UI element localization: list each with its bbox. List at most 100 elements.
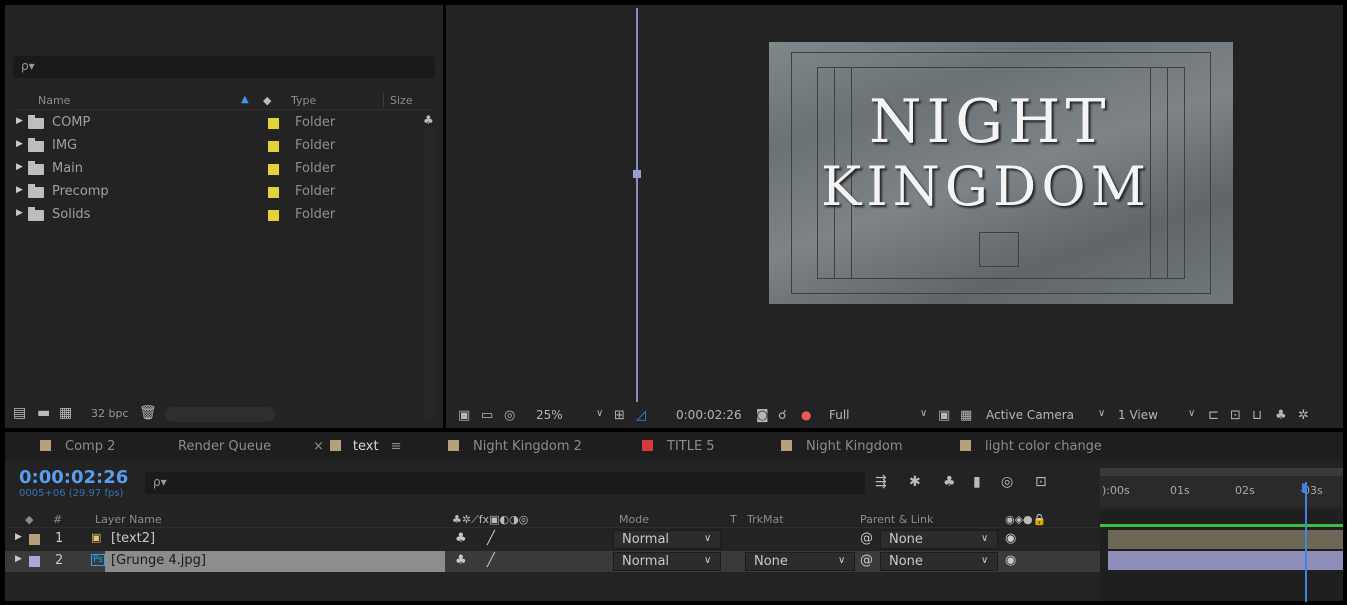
visibility-eye-icon[interactable]: ◉ [1005,531,1016,546]
color-channels-icon[interactable]: ● [801,408,811,422]
tab-comp-2[interactable]: Comp 2 [40,439,115,454]
trkmat-select[interactable]: None ∨ [745,552,855,571]
region-of-interest-icon[interactable]: ▣ [938,408,950,423]
layer-duration-bar[interactable] [1108,530,1343,549]
menu-icon[interactable]: ≡ [391,439,402,454]
timeline-icon[interactable]: ⊔ [1252,408,1262,423]
pickwhip-icon[interactable]: @ [860,531,873,546]
chevron-down-icon[interactable]: ∨ [1098,408,1105,419]
shy-switch-icon[interactable]: ♣ [455,531,467,546]
column-layer-name[interactable]: Layer Name [95,513,162,526]
expand-arrow-icon[interactable]: ▶ [15,532,22,542]
toggle-mask-icon[interactable]: ◿ [636,408,646,423]
project-scrollbar[interactable] [423,128,435,420]
expand-arrow-icon[interactable]: ▶ [15,554,22,564]
safe-margins-icon[interactable]: ⊞ [614,408,625,423]
graph-editor-icon[interactable]: ◎ [1001,474,1013,490]
label-swatch[interactable] [268,210,279,221]
mode-select[interactable]: Normal ∨ [613,530,721,549]
project-item[interactable]: ▶ Solids Folder [13,204,431,226]
layer-name[interactable]: [Grunge 4.jpg] [111,553,206,568]
camera-select[interactable]: Active Camera [986,408,1074,422]
fast-preview-icon[interactable]: ⊡ [1230,408,1241,423]
trash-icon[interactable]: 🗑 [139,405,157,421]
current-time-indicator[interactable] [1305,482,1307,602]
shy-switch-icon[interactable]: ♣ [455,553,467,568]
project-bpc[interactable]: 32 bpc [91,407,129,420]
pixel-aspect-icon[interactable]: ⊏ [1208,408,1219,423]
label-tag-icon[interactable]: ◆ [263,94,271,107]
column-size[interactable]: Size [390,94,413,107]
tab-light-color-change[interactable]: light color change [960,439,1102,454]
thumbnail-slider[interactable] [165,407,275,422]
item-type: Folder [295,184,336,199]
anchor-handle[interactable] [633,170,641,178]
tab-title-5[interactable]: TITLE 5 [642,439,715,454]
parent-select[interactable]: None ∨ [880,552,998,571]
mask-visibility-icon[interactable]: ◎ [504,408,515,423]
project-item[interactable]: ▶ COMP Folder [13,112,431,134]
show-snapshot-icon[interactable]: ☌ [778,408,787,423]
resolution-select[interactable]: Full [829,408,850,422]
expand-arrow-icon[interactable]: ▶ [16,139,23,149]
project-item[interactable]: ▶ IMG Folder [13,135,431,157]
frame-blending-icon[interactable]: ♣ [943,474,956,490]
label-swatch[interactable] [268,164,279,175]
expand-arrow-icon[interactable]: ▶ [16,185,23,195]
project-search-input[interactable]: ρ▾ [13,56,435,78]
monitor-icon[interactable]: ▭ [481,408,493,423]
layer-row[interactable]: ▶ 1 ▣ [text2] ♣ ╱ Normal ∨ @ None ∨ ◉ [5,529,1100,550]
playhead-icon[interactable]: ⬇ [1298,482,1309,497]
close-icon[interactable]: × [313,439,324,454]
flowchart-icon[interactable]: ♣ [1275,408,1287,423]
viewer-timecode[interactable]: 0:00:02:26 [676,408,742,422]
zoom-select[interactable]: 25% [536,408,563,422]
new-folder-icon[interactable]: ▬ [37,405,50,421]
layer-search-input[interactable]: ρ▾ [145,472,865,494]
expand-arrow-icon[interactable]: ▶ [16,208,23,218]
shy-layers-icon[interactable]: ✱ [909,474,921,490]
snapshot-camera-icon[interactable]: ◙ [756,408,769,423]
expand-arrow-icon[interactable]: ▶ [16,116,23,126]
layer-duration-bar[interactable] [1108,551,1343,570]
chevron-down-icon[interactable]: ∨ [920,408,927,419]
label-swatch[interactable] [268,141,279,152]
project-item[interactable]: ▶ Precomp Folder [13,181,431,203]
label-swatch[interactable] [268,187,279,198]
tab-render-queue[interactable]: Render Queue [178,439,271,454]
chevron-down-icon[interactable]: ∨ [1188,408,1195,419]
tab-text[interactable]: × text ≡ [313,439,401,454]
always-preview-icon[interactable]: ▣ [458,408,470,423]
label-swatch[interactable] [29,534,40,545]
tab-night-kingdom[interactable]: Night Kingdom [781,439,903,454]
tab-night-kingdom-2[interactable]: Night Kingdom 2 [448,439,582,454]
quality-switch-icon[interactable]: ╱ [487,553,495,568]
column-name[interactable]: Name [38,94,70,107]
view-layout-select[interactable]: 1 View [1118,408,1158,422]
interpret-footage-icon[interactable]: ▤ [13,405,26,421]
folder-icon [28,138,44,152]
reset-exposure-icon[interactable]: ✲ [1298,408,1309,423]
comp-mini-flowchart-icon[interactable]: ⊡ [1035,474,1047,490]
layer-row[interactable]: ▶ 2 Ps [Grunge 4.jpg] ♣ ╱ Normal ∨ None ∨ … [5,551,1100,572]
motion-blur-icon[interactable]: ▮ [973,474,981,490]
sort-ascending-icon[interactable]: ▲ [241,94,249,105]
new-composition-icon[interactable]: ▦ [59,405,72,421]
chevron-down-icon[interactable]: ∨ [596,408,603,419]
label-tag-icon[interactable]: ◆ [25,513,33,526]
pickwhip-icon[interactable]: @ [860,553,873,568]
expand-arrow-icon[interactable]: ▶ [16,162,23,172]
label-swatch[interactable] [29,556,40,567]
mode-select[interactable]: Normal ∨ [613,552,721,571]
flowchart-icon[interactable]: ♣ [423,113,434,127]
project-item[interactable]: ▶ Main Folder [13,158,431,180]
quality-switch-icon[interactable]: ╱ [487,531,495,546]
label-swatch[interactable] [268,118,279,129]
parent-select[interactable]: None ∨ [880,530,998,549]
layer-name[interactable]: [text2] [111,531,155,546]
transparency-grid-icon[interactable]: ▦ [960,408,972,423]
current-time-display[interactable]: 0:00:02:26 [19,467,128,488]
visibility-eye-icon[interactable]: ◉ [1005,553,1016,568]
column-type[interactable]: Type [291,94,316,107]
draft-3d-icon[interactable]: ⇶ [875,474,887,490]
